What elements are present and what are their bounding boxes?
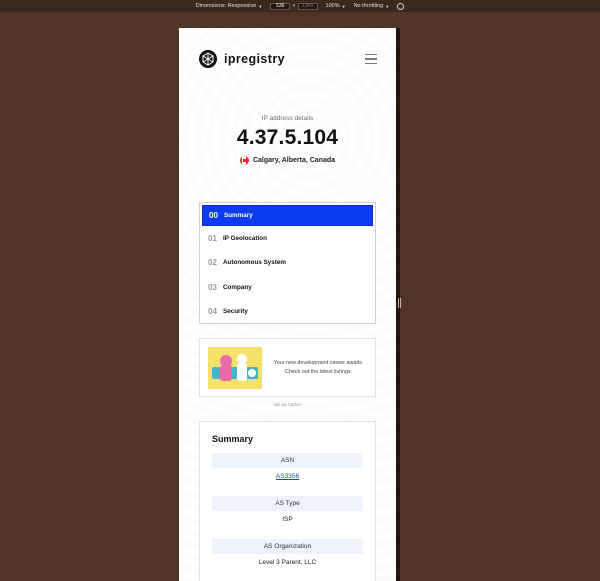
chevron-down-icon: ▼: [385, 3, 390, 9]
nav-item-number: 02: [208, 258, 217, 268]
nav-item-label: Summary: [224, 212, 253, 219]
dimensions-label: Dimensions: Responsive: [195, 3, 257, 9]
field-label: AS Type: [212, 496, 363, 511]
nav-item-summary[interactable]: 00 Summary: [202, 205, 373, 226]
asn-link[interactable]: AS3356: [212, 473, 363, 480]
width-input[interactable]: 536: [270, 2, 291, 10]
field-as-organization: AS Organization Level 3 Parent, LLC: [212, 539, 363, 566]
field-value: ISP: [282, 516, 293, 523]
field-label: AS Organization: [212, 539, 363, 554]
brand-link[interactable]: ipregistry: [199, 50, 285, 68]
size-inputs: 536 × 1369: [270, 2, 318, 10]
nav-item-security[interactable]: 04 Security: [200, 300, 375, 325]
summary-card: Summary ASN AS3356 AS Type ISP AS Organi…: [199, 421, 376, 581]
location: Calgary, Alberta, Canada: [179, 156, 396, 165]
hamburger-menu-icon[interactable]: [365, 54, 377, 64]
brand-name: ipregistry: [224, 52, 285, 66]
field-label: ASN: [212, 453, 363, 468]
times-icon: ×: [292, 3, 296, 9]
field-asn: ASN AS3356: [212, 453, 363, 480]
ip-hero: IP address details 4.37.5.104 Calgary, A…: [179, 115, 396, 165]
nav-item-label: IP Geolocation: [223, 234, 267, 242]
nav-item-label: Autonomous System: [223, 259, 286, 267]
site-header: ipregistry: [199, 49, 377, 69]
devtools-toolbar: Dimensions: Responsive ▼ 536 × 1369 100%…: [0, 0, 600, 12]
nav-item-number: 01: [208, 233, 217, 243]
nav-item-ip-geolocation[interactable]: 01 IP Geolocation: [200, 226, 375, 251]
summary-title: Summary: [212, 434, 254, 444]
resize-handle[interactable]: [398, 298, 401, 308]
zoom-label: 100%: [325, 3, 340, 9]
throttle-select[interactable]: No throttling ▼: [354, 3, 390, 9]
throttle-label: No throttling: [353, 3, 384, 9]
hero-label: IP address details: [261, 115, 314, 122]
nav-item-number: 03: [208, 282, 217, 292]
nav-item-number: 04: [208, 307, 217, 317]
field-value: Level 3 Parent, LLC: [258, 559, 317, 566]
device-viewport: ipregistry IP address details 4.37.5.104…: [179, 28, 396, 581]
globe-logo-icon: [199, 50, 217, 68]
field-as-type: AS Type ISP: [212, 496, 363, 523]
zoom-select[interactable]: 100% ▼: [326, 3, 346, 9]
ad-image[interactable]: [208, 346, 262, 389]
nav-item-autonomous-system[interactable]: 02 Autonomous System: [200, 251, 375, 276]
chevron-down-icon: ▼: [258, 3, 263, 9]
chevron-down-icon: ▼: [341, 3, 346, 9]
ad-via[interactable]: ads via Carbon: [179, 402, 396, 407]
nav-item-label: Security: [223, 308, 248, 316]
nav-item-label: Company: [223, 283, 252, 291]
canada-flag-icon: [239, 156, 249, 165]
section-nav: 00 Summary 01 IP Geolocation 02 Autonomo…: [199, 202, 376, 324]
height-input[interactable]: 1369: [297, 2, 318, 10]
carbon-ad[interactable]: Your new development career awaits. Chec…: [199, 338, 376, 397]
nav-item-number: 00: [209, 211, 218, 220]
nav-item-company[interactable]: 03 Company: [200, 275, 375, 300]
rotate-icon[interactable]: [397, 2, 405, 10]
ip-address: 4.37.5.104: [236, 126, 339, 149]
location-text: Calgary, Alberta, Canada: [252, 157, 336, 164]
ad-text[interactable]: Your new development career awaits. Chec…: [270, 359, 367, 375]
dimensions-select[interactable]: Dimensions: Responsive ▼: [196, 3, 263, 9]
